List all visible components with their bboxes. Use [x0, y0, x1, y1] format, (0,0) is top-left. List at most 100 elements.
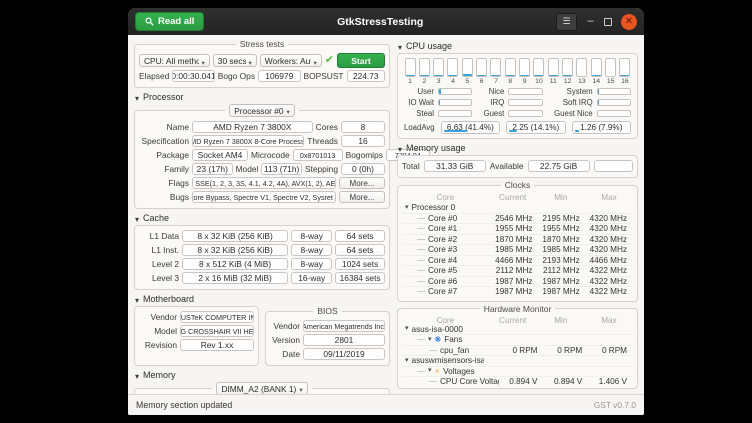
elapsed-label: Elapsed — [139, 71, 169, 81]
cache-size-value[interactable]: 8 x 512 KiB (4 MiB) — [182, 258, 288, 270]
read-all-button[interactable]: Read all — [135, 12, 204, 31]
section-memory[interactable]: Memory — [135, 369, 390, 381]
clock-row[interactable]: Core #7 1987 MHz 1987 MHz 4322 MHz — [402, 287, 633, 298]
cpu-core-meter: 6 — [476, 58, 488, 85]
loadavg-row: LoadAvg 6.63 (41.4%) 2.25 (14.1%) 1.26 (… — [404, 121, 631, 134]
cpu-stat-label: Guest Nice — [547, 109, 593, 118]
bugs-more-button[interactable]: More... — [339, 191, 385, 203]
motherboard-frame: Vendor ASUSTeK COMPUTER INC. Model ROG C… — [134, 306, 259, 366]
cache-sets-value[interactable]: 1024 sets — [335, 258, 385, 270]
mb-model-value[interactable]: ROG CROSSHAIR VII HERO — [180, 325, 254, 337]
bops-value[interactable]: 224.73 — [347, 70, 385, 82]
hw-header-min: Min — [537, 316, 585, 325]
processor-name-value[interactable]: AMD Ryzen 7 3800X — [192, 121, 313, 133]
clock-row[interactable]: Core #6 1987 MHz 1987 MHz 4322 MHz — [402, 277, 633, 288]
hw-row[interactable]: ▾ asuswmisensors-isa-0000 — [402, 356, 633, 367]
minimize-icon[interactable]: – — [586, 15, 595, 29]
bugs-value[interactable]: Spec Store Bypass, Spectre V1, Spectre V… — [192, 191, 336, 203]
cpu-core-meter: 2 — [418, 58, 430, 85]
bios-date-value[interactable]: 09/11/2019 — [303, 348, 385, 360]
mb-vendor-value[interactable]: ASUSTeK COMPUTER INC. — [180, 311, 254, 323]
cache-row: Level 2 8 x 512 KiB (4 MiB) 8-way 1024 s… — [139, 258, 385, 270]
clock-row[interactable]: Core #2 1870 MHz 1870 MHz 4320 MHz — [402, 235, 633, 246]
cpu-core-bar-fill — [420, 75, 429, 76]
clock-row[interactable]: Core #3 1985 MHz 1985 MHz 4320 MHz — [402, 245, 633, 256]
clocks-frame: Clocks Core Current Min Max ▾ Processor … — [397, 180, 638, 302]
main-content: Stress tests CPU: All methods 30 secs Wo… — [128, 35, 644, 394]
cache-level-label: Level 3 — [139, 273, 179, 283]
clock-core-label: Core #4 — [428, 256, 457, 265]
section-motherboard[interactable]: Motherboard — [135, 293, 390, 305]
hw-min-value: 0.894 V — [544, 377, 589, 385]
mb-revision-value[interactable]: Rev 1.xx — [180, 339, 254, 351]
cache-size-value[interactable]: 8 x 32 KiB (256 KiB) — [182, 230, 288, 242]
cpu-core-meter: 12 — [562, 58, 574, 85]
clock-current-value: 1955 MHz — [491, 224, 538, 233]
stress-duration-combo[interactable]: 30 secs — [213, 54, 257, 67]
expander-down-icon[interactable]: ▾ — [405, 357, 409, 365]
threads-value[interactable]: 16 — [341, 135, 385, 147]
cache-sets-value[interactable]: 16384 sets — [335, 272, 385, 284]
stepping-value[interactable]: 0 (0h) — [341, 163, 385, 175]
cache-ways-value[interactable]: 8-way — [291, 230, 332, 242]
processor-selector-combo[interactable]: Processor #0 — [229, 104, 295, 117]
section-cache[interactable]: Cache — [135, 212, 390, 224]
bios-vendor-label: Vendor — [270, 321, 300, 331]
expander-down-icon[interactable]: ▾ — [428, 367, 432, 375]
cache-ways-value[interactable]: 8-way — [291, 258, 332, 270]
hardware-monitor-title: Hardware Monitor — [480, 304, 556, 314]
mem-total-value[interactable]: 31.33 GiB — [424, 160, 486, 172]
close-icon[interactable]: ✕ — [621, 14, 637, 30]
bios-version-value[interactable]: 2801 — [303, 334, 385, 346]
hw-row[interactable]: cpu_fan 0 RPM 0 RPM 0 RPM — [402, 346, 633, 357]
hw-row[interactable]: CPU Core Voltage 0.894 V 0.894 V 1.406 V — [402, 377, 633, 385]
cache-sets-value[interactable]: 64 sets — [335, 244, 385, 256]
expander-down-icon[interactable]: ▾ — [405, 204, 409, 212]
stress-method-combo[interactable]: CPU: All methods — [139, 54, 210, 67]
bios-vendor-value[interactable]: American Megatrends Inc. — [303, 320, 385, 332]
section-processor[interactable]: Processor — [135, 91, 390, 103]
cache-ways-value[interactable]: 8-way — [291, 244, 332, 256]
hw-row[interactable]: ▾ asus-isa-0000 — [402, 325, 633, 336]
model-value[interactable]: 113 (71h) — [261, 163, 302, 175]
microcode-value[interactable]: 0x8701013 — [293, 149, 343, 161]
clock-row[interactable]: Core #5 2112 MHz 2112 MHz 4322 MHz — [402, 266, 633, 277]
specification-value[interactable]: AMD Ryzen 7 3800X 8-Core Processor — [192, 135, 304, 147]
flags-value[interactable]: MMX, (+), SSE(1, 2, 3, 3S, 4.1, 4.2, 4A)… — [192, 177, 336, 189]
section-cpu-usage[interactable]: CPU usage — [398, 40, 638, 52]
cache-sets-value[interactable]: 64 sets — [335, 230, 385, 242]
expander-down-icon[interactable]: ▾ — [405, 325, 409, 333]
mem-available-value[interactable]: 22.75 GiB — [528, 160, 590, 172]
clock-row[interactable]: Core #4 4466 MHz 2193 MHz 4466 MHz — [402, 256, 633, 267]
cpu-core-bar — [476, 58, 487, 77]
clock-row[interactable]: Core #1 1955 MHz 1955 MHz 4320 MHz — [402, 224, 633, 235]
hamburger-menu-icon[interactable]: ☰ — [556, 13, 577, 31]
family-value[interactable]: 23 (17h) — [192, 163, 233, 175]
cpu-stat-bar — [597, 110, 631, 117]
section-memory-usage[interactable]: Memory usage — [398, 142, 638, 154]
hardware-monitor-frame: Hardware Monitor Core Current Min Max ▾ … — [397, 304, 638, 390]
stress-workers-combo[interactable]: Workers: Auto — [260, 54, 322, 67]
cache-ways-value[interactable]: 16-way — [291, 272, 332, 284]
cores-value[interactable]: 8 — [341, 121, 385, 133]
hw-min-value: 0 RPM — [544, 346, 589, 355]
cache-size-value[interactable]: 2 x 16 MiB (32 MiB) — [182, 272, 288, 284]
cache-size-value[interactable]: 8 x 32 KiB (256 KiB) — [182, 244, 288, 256]
clock-row[interactable]: ▾ Processor 0 — [402, 203, 633, 214]
cpu-core-bar-fill — [463, 74, 472, 76]
flags-more-button[interactable]: More... — [339, 177, 385, 189]
hw-row[interactable]: ▾ ❋ Fans — [402, 335, 633, 346]
cpu-stat-bar — [438, 99, 472, 106]
sensor-group-icon: ❋ — [435, 335, 442, 344]
clock-current-value: 1987 MHz — [491, 277, 538, 286]
hw-row[interactable]: ▾ ⚡ Voltages — [402, 367, 633, 378]
elapsed-value[interactable]: 0:00:30.041 — [172, 70, 215, 82]
start-button[interactable]: Start — [337, 53, 385, 68]
cpu-core-bar-fill — [448, 75, 457, 76]
package-value[interactable]: Socket AM4 — [192, 149, 248, 161]
expander-down-icon[interactable]: ▾ — [428, 336, 432, 344]
clock-row[interactable]: Core #0 2546 MHz 2195 MHz 4320 MHz — [402, 214, 633, 225]
maximize-icon[interactable] — [604, 18, 612, 26]
bogo-ops-value[interactable]: 106979 — [258, 70, 301, 82]
clock-max-value: 4322 MHz — [586, 277, 633, 286]
